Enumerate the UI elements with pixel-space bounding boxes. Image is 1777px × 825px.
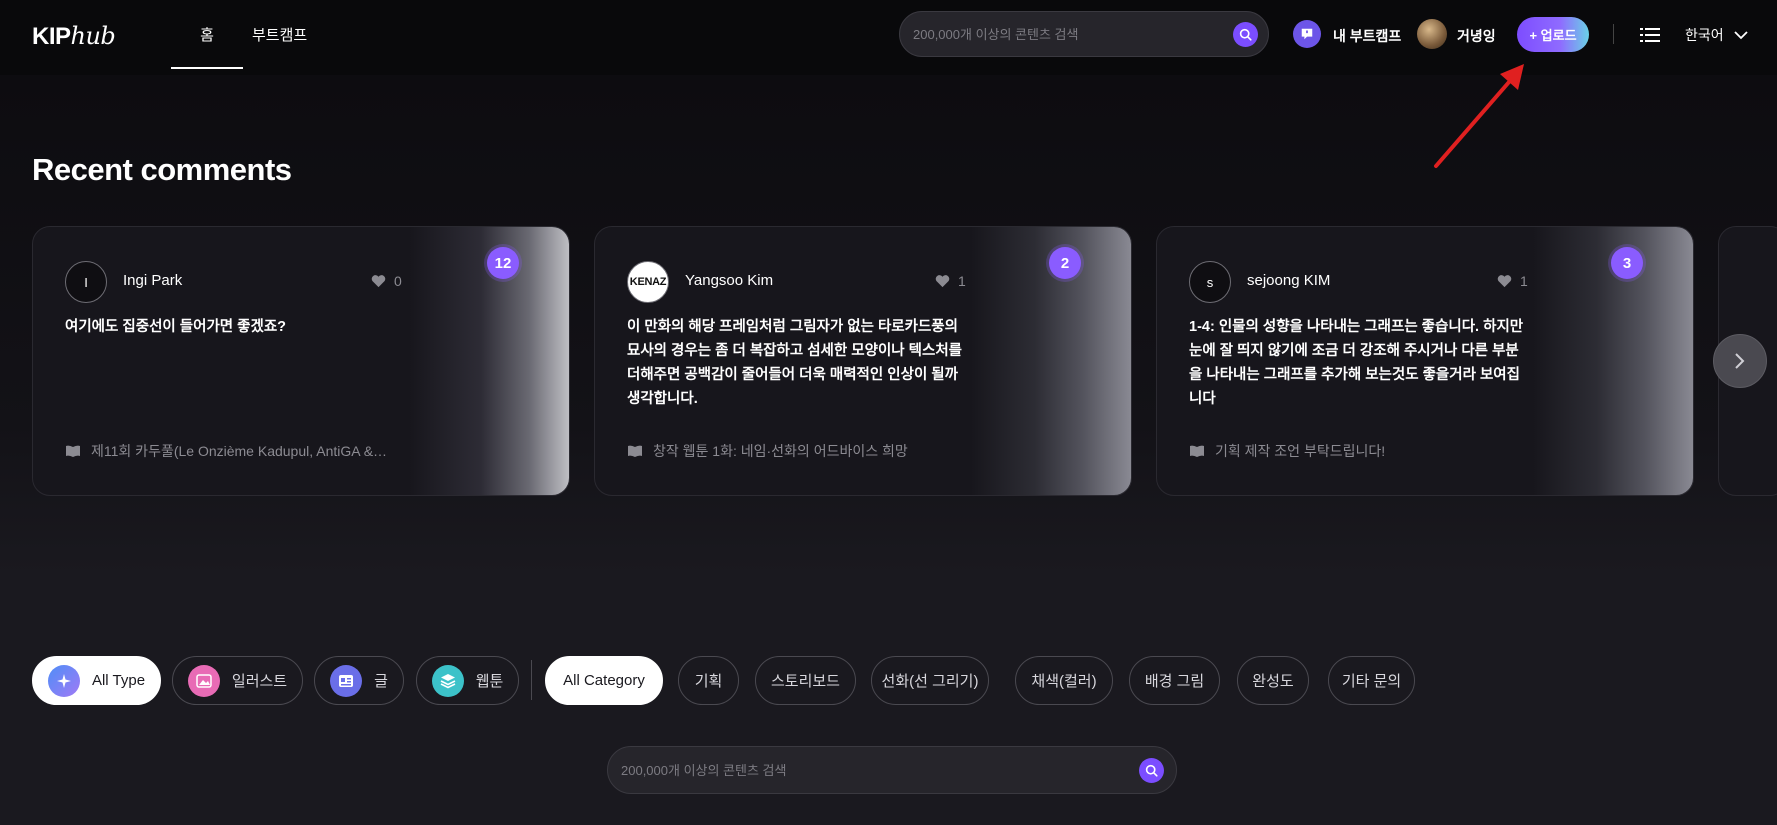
comment-text: 여기에도 집중선이 들어가면 좋겠죠?	[65, 319, 287, 335]
card-reference: 기획 제작 조언 부탁드립니다!	[1189, 441, 1529, 461]
header-search-button[interactable]	[1233, 22, 1258, 47]
chevron-right-icon	[1735, 353, 1745, 369]
heart-icon	[935, 275, 950, 288]
chevron-down-icon[interactable]	[1734, 27, 1748, 45]
layers-icon	[431, 664, 464, 697]
like-count[interactable]: 1	[1497, 273, 1528, 289]
filter-type-all[interactable]: All Type	[32, 656, 161, 705]
filter-type-text[interactable]: 글	[314, 656, 404, 705]
card-reference: 창작 웹툰 1화: 네임·선화의 어드바이스 희망	[627, 441, 967, 461]
tab-home[interactable]: 홈	[171, 24, 243, 69]
content-search-button[interactable]	[1139, 758, 1164, 783]
like-count[interactable]: 0	[371, 273, 402, 289]
comment-card[interactable]: I Ingi Park 0 12 여기에도 집중선이 들어가면 좋겠죠? 제11…	[32, 226, 570, 496]
menu-list-icon[interactable]	[1640, 28, 1660, 47]
user-avatar[interactable]	[1417, 19, 1447, 49]
search-icon	[1145, 764, 1158, 777]
my-bootcamp-link[interactable]: 내 부트캠프	[1333, 26, 1401, 46]
filter-category-other[interactable]: 기타 문의	[1328, 656, 1415, 705]
comment-count-badge: 12	[487, 247, 519, 279]
image-icon	[187, 664, 220, 697]
heart-icon	[1497, 275, 1512, 288]
filter-category-color[interactable]: 채색(컬러)	[1015, 656, 1113, 705]
section-title: Recent comments	[32, 152, 292, 187]
comment-card[interactable]: s sejoong KIM 1 3 1-4: 인물의 성향을 나타내는 그래프는…	[1156, 226, 1694, 496]
commenter-avatar: KENAZ	[627, 261, 669, 303]
search-icon	[1239, 28, 1252, 41]
heart-icon	[371, 275, 386, 288]
user-name[interactable]: 거녕잉	[1457, 26, 1496, 46]
header-divider	[1613, 24, 1614, 44]
filter-type-illust[interactable]: 일러스트	[172, 656, 303, 705]
filter-category-all[interactable]: All Category	[545, 656, 663, 705]
text-icon	[330, 664, 363, 697]
commenter-avatar: s	[1189, 261, 1231, 303]
commenter-name: sejoong KIM	[1247, 272, 1331, 289]
comment-card[interactable]: KENAZ Yangsoo Kim 1 2 이 만화의 해당 프레임처럼 그림자…	[594, 226, 1132, 496]
like-count[interactable]: 1	[935, 273, 966, 289]
card-reference: 제11회 카두풀(Le Onzième Kadupul, AntiGA &…	[65, 441, 405, 461]
book-icon	[66, 445, 80, 457]
filter-category-completeness[interactable]: 완성도	[1237, 656, 1309, 705]
language-selector[interactable]: 한국어	[1685, 25, 1724, 45]
filter-category-storyboard[interactable]: 스토리보드	[755, 656, 856, 705]
kiphub-logo[interactable]: KIPhub	[32, 22, 116, 51]
commenter-name: Yangsoo Kim	[685, 272, 774, 289]
chat-bubble-icon	[1301, 28, 1313, 40]
comment-text: 이 만화의 해당 프레임처럼 그림자가 없는 타로카드풍의 묘사의 경우는 좀 …	[627, 319, 963, 407]
tab-bootcamp[interactable]: 부트캠프	[252, 24, 307, 69]
comment-text: 1-4: 인물의 성향을 나타내는 그래프는 좋습니다. 하지만 눈에 잘 띄지…	[1189, 319, 1524, 407]
commenter-avatar: I	[65, 261, 107, 303]
my-bootcamp-icon[interactable]	[1293, 20, 1321, 48]
carousel-next-button[interactable]	[1713, 334, 1767, 388]
filter-category-planning[interactable]: 기획	[678, 656, 739, 705]
filter-divider	[531, 660, 532, 700]
filter-category-lineart[interactable]: 선화(선 그리기)	[871, 656, 989, 705]
header-search-box	[899, 11, 1269, 57]
filter-category-background[interactable]: 배경 그림	[1129, 656, 1220, 705]
content-search-input[interactable]	[621, 747, 1104, 793]
upload-button[interactable]: + 업로드	[1517, 17, 1589, 52]
sparkle-icon	[47, 664, 80, 697]
header-search-input[interactable]	[913, 12, 1226, 56]
book-icon	[1190, 445, 1204, 457]
comment-count-badge: 2	[1049, 247, 1081, 279]
annotation-arrow-icon	[1434, 64, 1524, 168]
commenter-name: Ingi Park	[123, 272, 183, 289]
content-search-box	[607, 746, 1177, 794]
book-icon	[628, 445, 642, 457]
filter-type-webtoon[interactable]: 웹툰	[416, 656, 519, 705]
comment-count-badge: 3	[1611, 247, 1643, 279]
